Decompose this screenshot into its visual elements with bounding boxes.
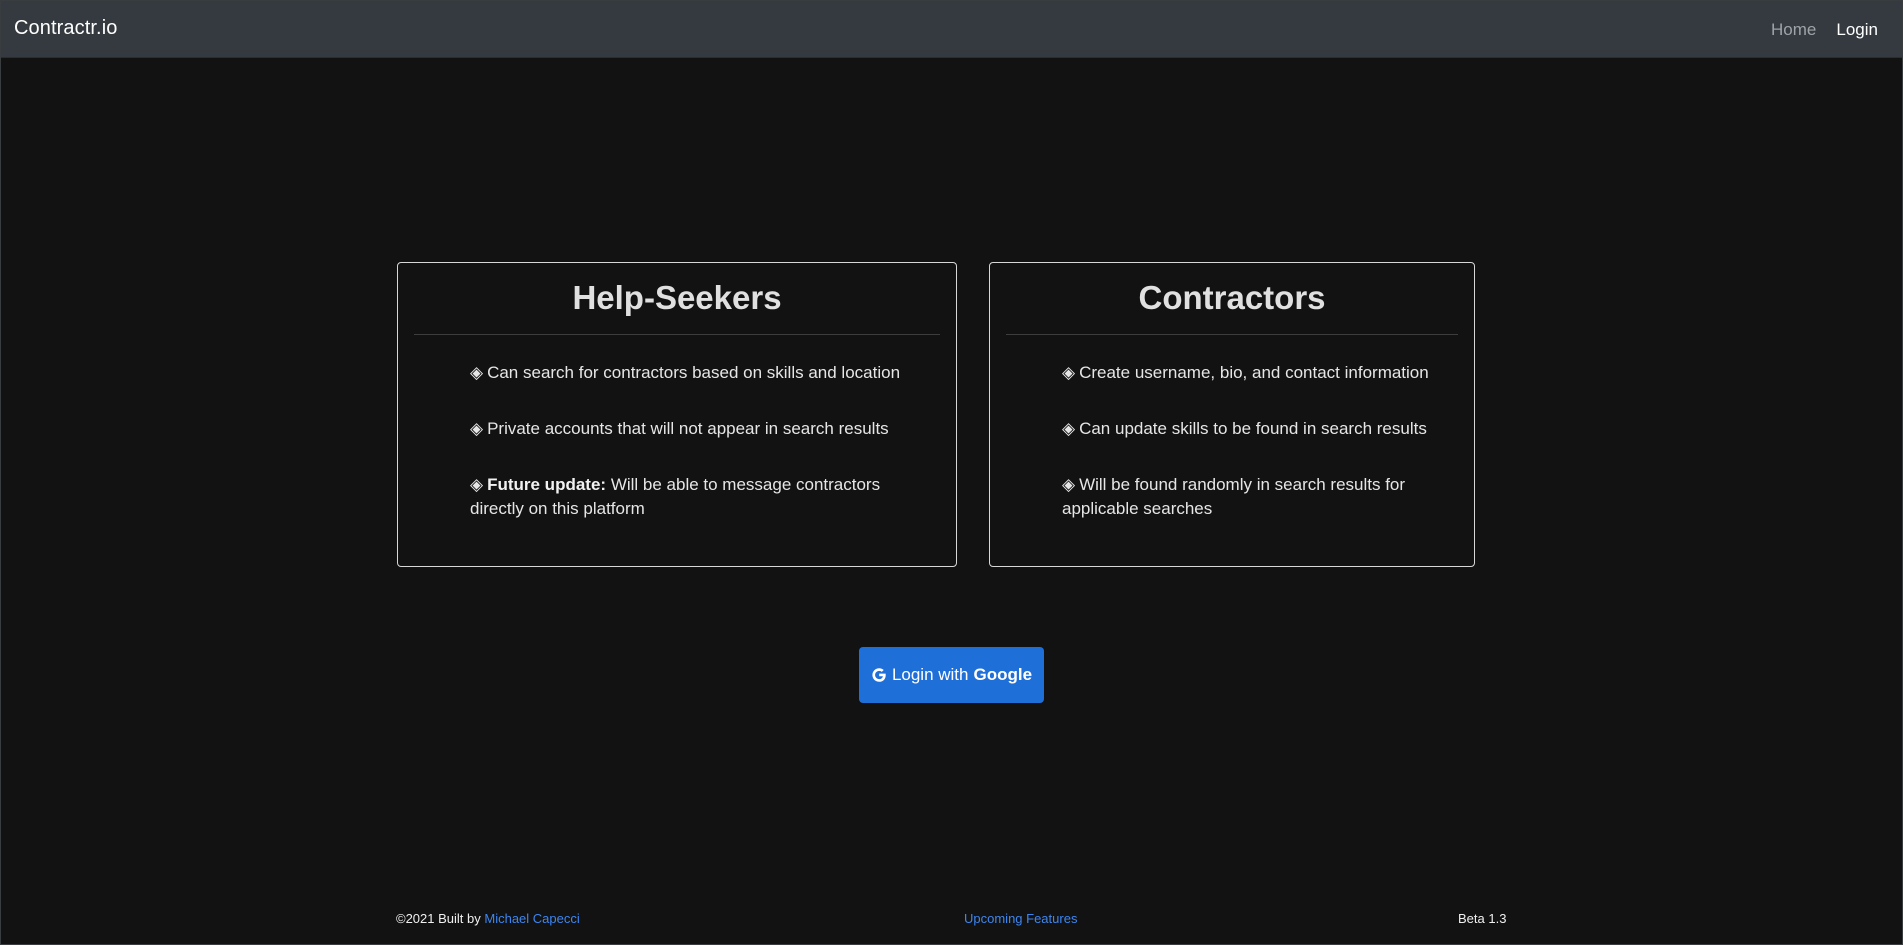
diamond-bullet-icon: ◈ [470, 363, 484, 382]
list-item: ◈ Create username, bio, and contact infor… [1062, 361, 1434, 385]
list-item-text: Can search for contractors based on skil… [487, 363, 901, 382]
help-seekers-card: Help-Seekers ◈ Can search for contractors… [397, 262, 957, 567]
list-item: ◈ Can search for contractors based on ski… [470, 361, 928, 385]
page: Contractr.io Home Login Help-Seekers ◈ Ca… [0, 0, 1903, 945]
card-divider [414, 334, 940, 335]
list-item-text: Create username, bio, and contact inform… [1079, 363, 1429, 382]
diamond-bullet-icon: ◈ [470, 419, 484, 438]
diamond-bullet-icon: ◈ [1062, 475, 1076, 494]
contractors-card: Contractors ◈ Create username, bio, and c… [989, 262, 1475, 567]
login-with-google-button[interactable]: Login with Google [859, 647, 1044, 703]
author-link[interactable]: Michael Capecci [484, 911, 579, 926]
nav-home-link[interactable]: Home [1771, 20, 1816, 40]
list-item: ◈ Private accounts that will not appear i… [470, 417, 928, 441]
card-title: Help-Seekers [572, 279, 782, 316]
diamond-bullet-icon: ◈ [470, 475, 484, 494]
nav-login-link[interactable]: Login [1836, 20, 1878, 40]
diamond-bullet-icon: ◈ [1062, 363, 1076, 382]
feature-list: ◈ Can search for contractors based on ski… [398, 361, 956, 521]
list-item-text: Private accounts that will not appear in… [487, 419, 889, 438]
google-g-icon [871, 667, 887, 683]
footer-upcoming: Upcoming Features [964, 911, 1077, 926]
card-title: Contractors [1138, 279, 1326, 316]
list-item-text: Will be found randomly in search results… [1062, 475, 1406, 518]
footer-version: Beta 1.3 [1458, 911, 1507, 926]
navbar: Contractr.io Home Login [1, 1, 1902, 58]
footer-copyright: ©2021 Built by Michael Capecci [396, 911, 580, 926]
nav-links: Home Login [1771, 20, 1878, 40]
diamond-bullet-icon: ◈ [1062, 419, 1076, 438]
brand-link[interactable]: Contractr.io [14, 17, 117, 40]
copyright-text: ©2021 Built by [396, 911, 481, 926]
list-item-bold: Future update: [487, 475, 607, 494]
list-item: ◈ Can update skills to be found in search… [1062, 417, 1434, 441]
list-item-text: Can update skills to be found in search … [1079, 419, 1427, 438]
list-item: ◈ Will be found randomly in search result… [1062, 473, 1434, 521]
upcoming-features-link[interactable]: Upcoming Features [964, 911, 1077, 926]
card-divider [1006, 334, 1458, 335]
feature-list: ◈ Create username, bio, and contact infor… [990, 361, 1474, 521]
login-button-provider: Google [973, 665, 1033, 684]
list-item: ◈ Future update: Will be able to message … [470, 473, 928, 521]
login-button-prefix: Login with [891, 665, 969, 684]
